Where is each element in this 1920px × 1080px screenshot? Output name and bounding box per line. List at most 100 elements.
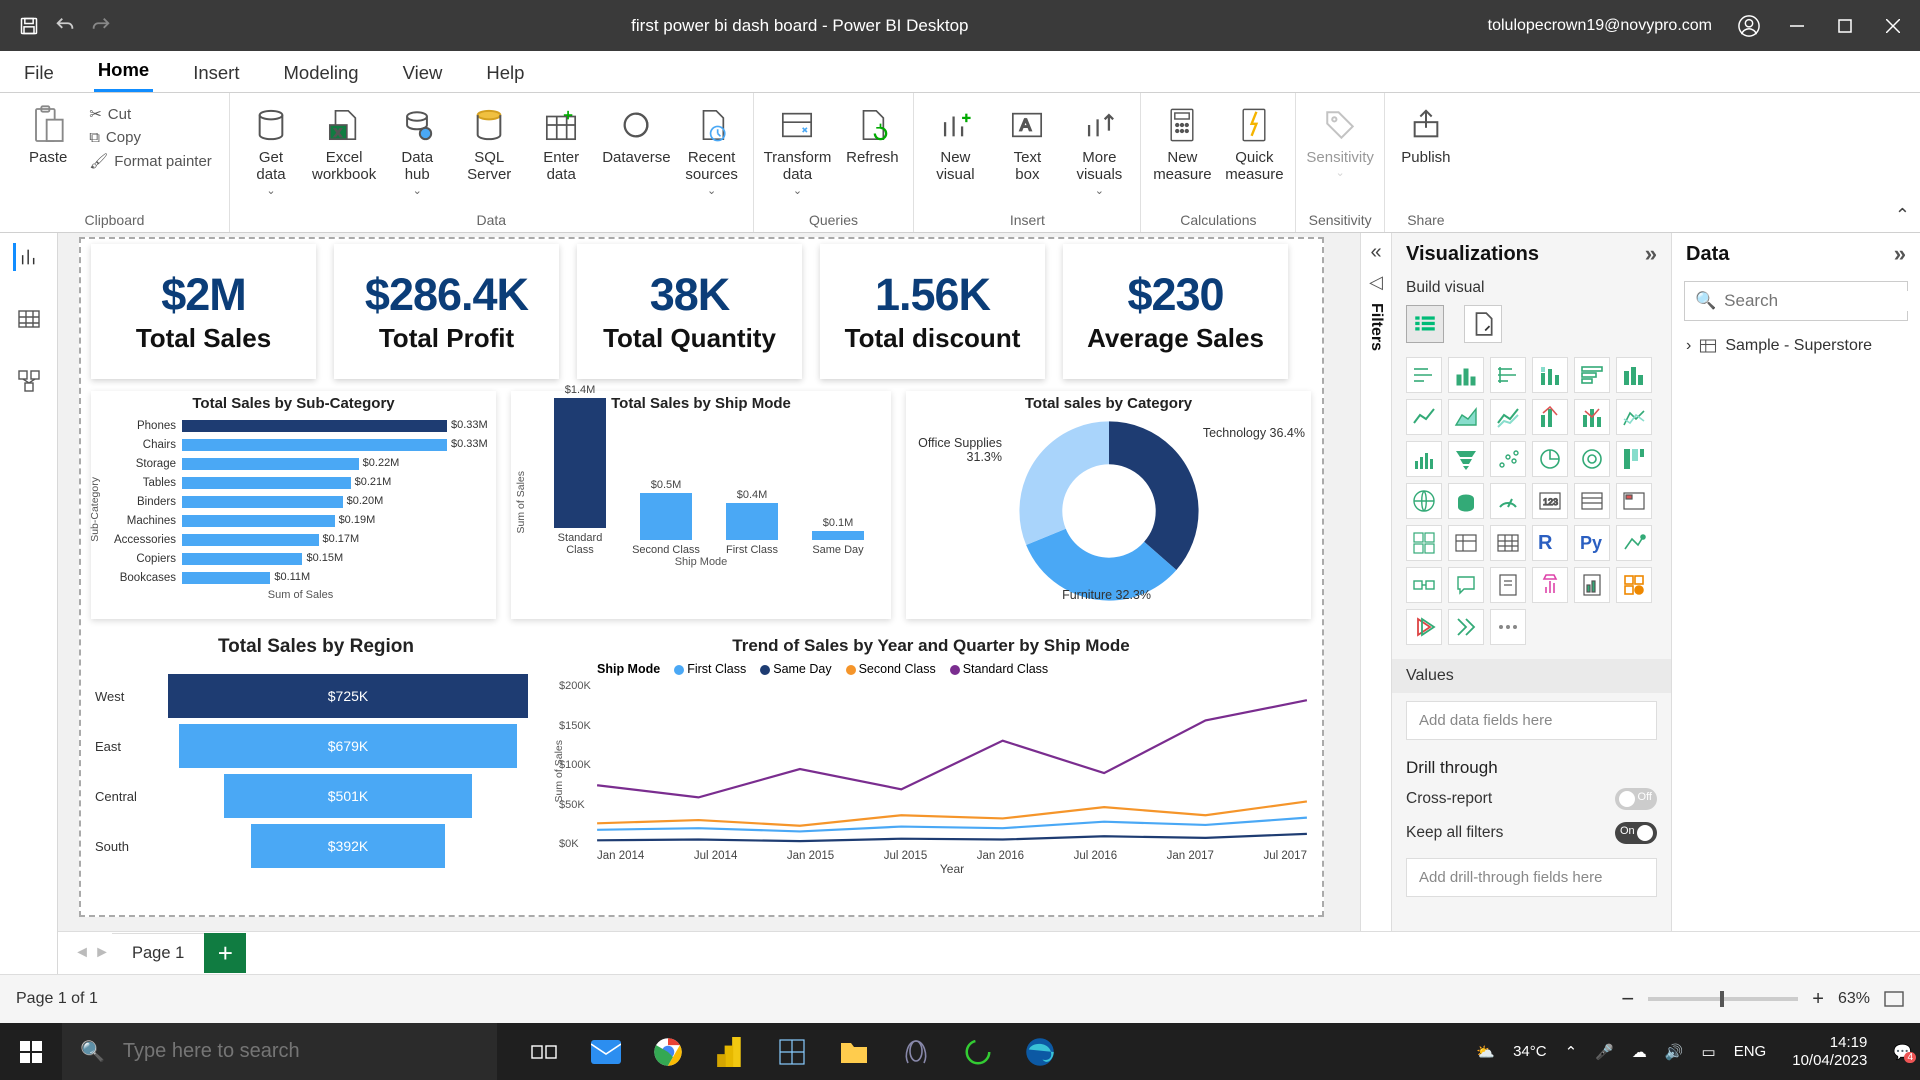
data-view-button[interactable] <box>15 305 43 333</box>
bar-column[interactable]: $1.4MStandard Class <box>545 384 615 556</box>
funnel-row[interactable]: West$725K <box>95 674 531 718</box>
report-canvas[interactable]: $2MTotal Sales $286.4KTotal Profit 38KTo… <box>58 233 1360 974</box>
expand-filters-icon[interactable]: « <box>1370 241 1381 264</box>
visual-type-icon[interactable] <box>1532 567 1568 603</box>
paste-button[interactable]: Paste <box>17 99 79 166</box>
bar-row[interactable]: Storage $0.22M <box>107 455 496 473</box>
text-box-button[interactable]: AText box <box>996 99 1058 184</box>
card-total-profit[interactable]: $286.4KTotal Profit <box>334 244 559 379</box>
search-input[interactable] <box>1724 291 1920 311</box>
taskbar-search[interactable]: 🔍 <box>62 1023 497 1080</box>
visual-type-icon[interactable] <box>1490 483 1526 519</box>
visual-type-icon[interactable] <box>1616 567 1652 603</box>
enter-data-button[interactable]: Enter data <box>530 99 592 184</box>
visual-type-icon[interactable] <box>1616 399 1652 435</box>
bar-row[interactable]: Chairs $0.33M <box>107 436 496 454</box>
loading-icon[interactable] <box>961 1035 995 1069</box>
card-total-sales[interactable]: $2MTotal Sales <box>91 244 316 379</box>
keep-filters-toggle[interactable]: On <box>1615 822 1657 844</box>
publish-button[interactable]: Publish <box>1395 99 1457 166</box>
visual-type-icon[interactable] <box>1574 567 1610 603</box>
sql-server-button[interactable]: SQL Server <box>458 99 520 184</box>
visual-type-icon[interactable] <box>1406 441 1442 477</box>
visual-type-icon[interactable] <box>1406 399 1442 435</box>
bar-row[interactable]: Tables $0.21M <box>107 474 496 492</box>
visual-type-icon[interactable] <box>1574 483 1610 519</box>
visual-type-icon[interactable]: Py <box>1574 525 1610 561</box>
maximize-icon[interactable] <box>1834 15 1856 37</box>
mic-icon[interactable]: 🎤 <box>1595 1043 1614 1061</box>
cut-button[interactable]: ✂Cut <box>89 105 212 123</box>
visual-type-icon[interactable] <box>1406 609 1442 645</box>
visual-type-icon[interactable] <box>1490 525 1526 561</box>
chart-sales-by-shipmode[interactable]: Total Sales by Ship Mode Sum of Sales $1… <box>511 391 891 619</box>
funnel-row[interactable]: South$392K <box>95 824 531 868</box>
visual-type-icon[interactable]: R <box>1532 525 1568 561</box>
recent-sources-button[interactable]: Recent sources⌄ <box>681 99 743 197</box>
minimize-icon[interactable] <box>1786 15 1808 37</box>
postgres-icon[interactable] <box>899 1035 933 1069</box>
app-icon[interactable] <box>775 1035 809 1069</box>
visual-type-icon[interactable] <box>1574 357 1610 393</box>
get-data-button[interactable]: Get data⌄ <box>240 99 302 197</box>
collapse-data-icon[interactable]: » <box>1894 241 1906 267</box>
visual-type-icon[interactable] <box>1490 441 1526 477</box>
funnel-row[interactable]: Central$501K <box>95 774 531 818</box>
visual-type-icon[interactable] <box>1532 399 1568 435</box>
visual-type-icon[interactable] <box>1574 441 1610 477</box>
bar-column[interactable]: $0.5MSecond Class <box>631 479 701 556</box>
funnel-row[interactable]: East$679K <box>95 724 531 768</box>
model-view-button[interactable] <box>15 367 43 395</box>
more-visuals-button[interactable]: More visuals⌄ <box>1068 99 1130 197</box>
new-visual-button[interactable]: New visual <box>924 99 986 184</box>
tab-modeling[interactable]: Modeling <box>280 54 363 92</box>
visual-type-icon[interactable] <box>1448 441 1484 477</box>
visual-type-icon[interactable] <box>1490 609 1526 645</box>
bar-column[interactable]: $0.1MSame Day <box>803 517 873 556</box>
user-avatar-icon[interactable] <box>1738 15 1760 37</box>
close-icon[interactable] <box>1882 15 1904 37</box>
lang-indicator[interactable]: ENG <box>1734 1043 1767 1060</box>
card-average-sales[interactable]: $230Average Sales <box>1063 244 1288 379</box>
report-page[interactable]: $2MTotal Sales $286.4KTotal Profit 38KTo… <box>79 237 1324 917</box>
bar-row[interactable]: Accessories $0.17M <box>107 531 496 549</box>
chrome-icon[interactable] <box>651 1035 685 1069</box>
visual-type-icon[interactable] <box>1532 441 1568 477</box>
visual-type-icon[interactable] <box>1448 357 1484 393</box>
clock[interactable]: 14:19 10/04/2023 <box>1784 1034 1875 1069</box>
page-tab-1[interactable]: Page 1 <box>112 933 205 973</box>
bookmark-icon[interactable]: ◁ <box>1369 272 1383 293</box>
quick-measure-button[interactable]: Quick measure <box>1223 99 1285 184</box>
visual-type-icon[interactable] <box>1490 399 1526 435</box>
battery-icon[interactable]: ▭ <box>1702 1043 1716 1061</box>
copy-button[interactable]: ⧉Copy <box>89 129 212 146</box>
add-page-button[interactable]: + <box>204 933 246 973</box>
task-view-icon[interactable] <box>527 1035 561 1069</box>
new-measure-button[interactable]: New measure <box>1151 99 1213 184</box>
taskbar-search-input[interactable] <box>123 1040 479 1063</box>
report-view-button[interactable] <box>13 243 41 271</box>
collapse-viz-icon[interactable]: » <box>1645 241 1657 267</box>
visual-type-icon[interactable] <box>1490 567 1526 603</box>
dataset-node[interactable]: › Sample - Superstore <box>1672 327 1920 365</box>
redo-icon[interactable] <box>90 15 112 37</box>
visual-type-icon[interactable] <box>1490 357 1526 393</box>
card-total-discount[interactable]: 1.56KTotal discount <box>820 244 1045 379</box>
format-visual-tab[interactable] <box>1464 305 1502 343</box>
visual-type-icon[interactable] <box>1448 567 1484 603</box>
tab-file[interactable]: File <box>20 54 58 92</box>
data-hub-button[interactable]: Data hub⌄ <box>386 99 448 197</box>
fit-to-page-icon[interactable] <box>1884 991 1904 1007</box>
bar-row[interactable]: Machines $0.19M <box>107 512 496 530</box>
zoom-out-button[interactable]: − <box>1621 986 1634 1012</box>
undo-icon[interactable] <box>54 15 76 37</box>
chart-sales-by-region[interactable]: Total Sales by Region West$725KEast$679K… <box>91 632 541 912</box>
visual-type-icon[interactable] <box>1448 399 1484 435</box>
bar-row[interactable]: Phones $0.33M <box>107 417 496 435</box>
excel-button[interactable]: XExcel workbook <box>312 99 376 184</box>
bar-row[interactable]: Bookcases $0.11M <box>107 569 496 587</box>
cloud-icon[interactable]: ☁ <box>1632 1043 1647 1061</box>
format-painter-button[interactable]: 🖌Format painter <box>89 152 212 170</box>
volume-icon[interactable]: 🔊 <box>1665 1043 1684 1061</box>
zoom-in-button[interactable]: + <box>1812 988 1824 1011</box>
